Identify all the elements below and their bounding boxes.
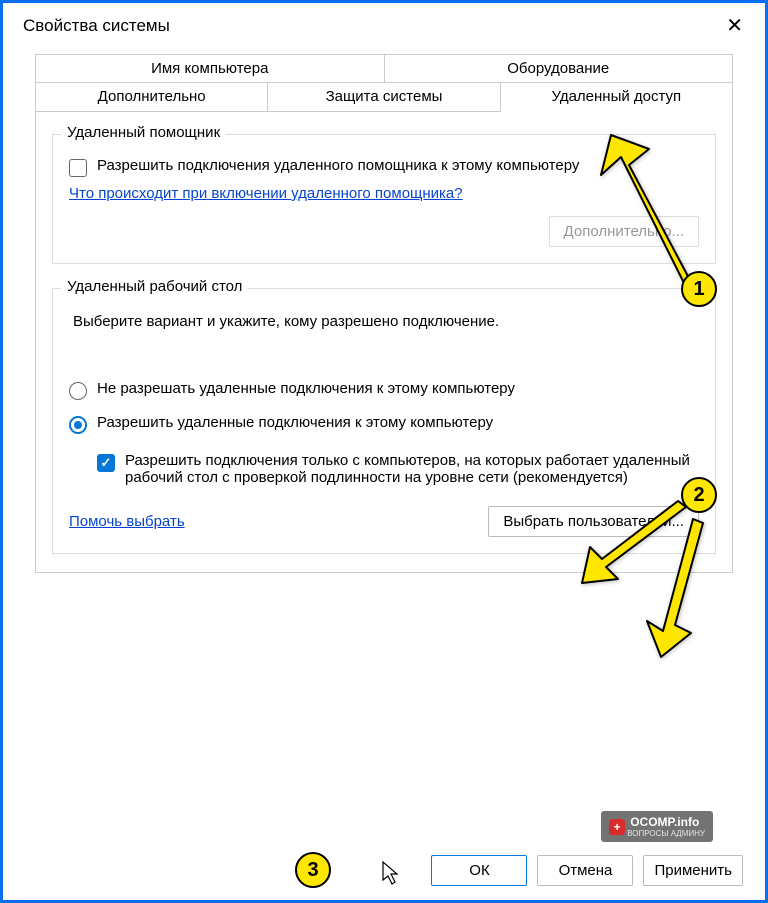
group-title: Удаленный рабочий стол [61,278,248,295]
nla-label: Разрешить подключения только с компьютер… [125,452,699,486]
radio-allow-connections[interactable] [69,416,87,434]
window-title: Свойства системы [23,16,170,36]
radio-deny-label: Не разрешать удаленные подключения к это… [97,380,515,397]
plus-icon: + [609,819,625,835]
rdp-description: Выберите вариант и укажите, кому разреше… [73,313,699,330]
cursor-icon [381,860,401,886]
assistant-advanced-button[interactable]: Дополнительно... [549,216,699,247]
tabs: Имя компьютера Оборудование Дополнительн… [35,54,733,112]
group-remote-assistant: Удаленный помощник Разрешить подключения… [52,134,716,264]
group-title: Удаленный помощник [61,124,226,141]
dialog-buttons: ОК Отмена Применить [431,855,743,886]
radio-deny-connections[interactable] [69,382,87,400]
allow-assistant-checkbox[interactable] [69,159,87,177]
system-properties-window: Свойства системы ✕ Имя компьютера Оборуд… [0,0,768,903]
close-icon[interactable]: ✕ [720,13,749,38]
select-users-button[interactable]: Выбрать пользователей... [488,506,699,537]
ok-button[interactable]: ОК [431,855,527,886]
help-choose-link[interactable]: Помочь выбрать [69,513,185,530]
group-remote-desktop: Удаленный рабочий стол Выберите вариант … [52,288,716,554]
annotation-badge-3: 3 [295,852,331,888]
assistant-help-link[interactable]: Что происходит при включении удаленного … [69,185,463,202]
tab-system-protection[interactable]: Защита системы [268,83,500,111]
allow-assistant-label: Разрешить подключения удаленного помощни… [97,157,579,174]
radio-allow-label: Разрешить удаленные подключения к этому … [97,414,493,431]
tab-advanced[interactable]: Дополнительно [36,83,268,111]
tab-hardware[interactable]: Оборудование [385,55,733,82]
tab-remote-access[interactable]: Удаленный доступ [501,83,732,112]
watermark: + OCOMP.info ВОПРОСЫ АДМИНУ [601,811,713,842]
nla-checkbox[interactable] [97,454,115,472]
titlebar: Свойства системы ✕ [3,3,765,46]
cancel-button[interactable]: Отмена [537,855,633,886]
apply-button[interactable]: Применить [643,855,743,886]
tab-computer-name[interactable]: Имя компьютера [36,55,385,82]
tab-content: Удаленный помощник Разрешить подключения… [35,112,733,573]
